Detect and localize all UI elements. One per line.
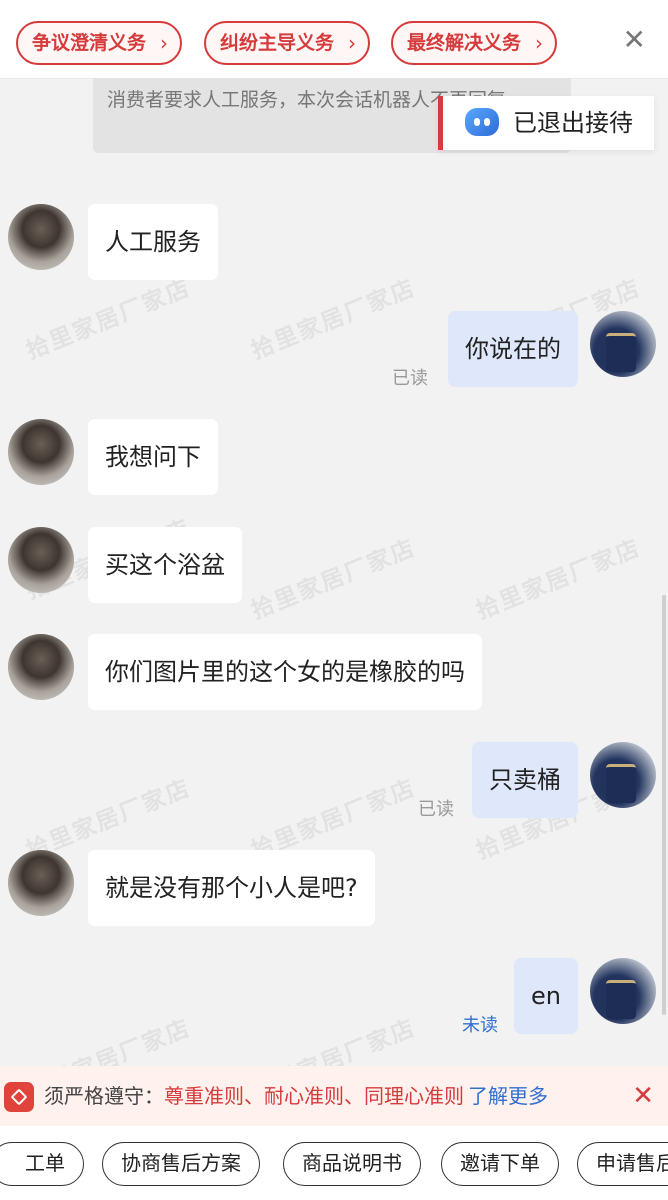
message-bubble: 人工服务 xyxy=(88,204,218,280)
avatar[interactable] xyxy=(8,850,74,916)
unread-status: 未读 xyxy=(462,1015,498,1036)
scrollbar[interactable] xyxy=(662,595,666,1015)
message-bubble: 你们图片里的这个女的是橡胶的吗 xyxy=(88,634,482,710)
message-bubble: 买这个浴盆 xyxy=(88,527,242,603)
chevron-right-icon: › xyxy=(348,31,357,55)
close-icon[interactable]: ✕ xyxy=(623,26,646,54)
avatar[interactable] xyxy=(8,527,74,593)
message-bubble: 就是没有那个小人是吧? xyxy=(88,850,375,926)
shop-logo-icon xyxy=(4,1082,34,1112)
negotiate-aftersale-button[interactable]: 协商售后方案 xyxy=(102,1142,260,1186)
watermark: 拾里家居厂家店 xyxy=(247,274,420,365)
message-bubble: 我想问下 xyxy=(88,419,218,495)
avatar[interactable] xyxy=(590,311,656,377)
read-status: 已读 xyxy=(392,368,428,389)
work-order-button[interactable]: 工单 xyxy=(0,1142,84,1186)
chevron-right-icon: › xyxy=(160,31,169,55)
avatar[interactable] xyxy=(590,742,656,808)
quick-action-bar: 工单 协商售后方案 商品说明书 邀请下单 申请售后 xyxy=(0,1126,668,1200)
close-icon[interactable]: ✕ xyxy=(632,1082,654,1110)
rules-list: 尊重准则、耐心准则、同理心准则 xyxy=(164,1084,464,1108)
rules-text: 须严格遵守：尊重准则、耐心准则、同理心准则 了解更多 xyxy=(44,1066,548,1126)
read-status: 已读 xyxy=(418,799,454,820)
pill-dispute-lead[interactable]: 纠纷主导义务 › xyxy=(204,21,371,65)
pill-final-resolve[interactable]: 最终解决义务 › xyxy=(391,21,558,65)
watermark: 拾里家居厂家店 xyxy=(472,534,645,625)
avatar[interactable] xyxy=(8,634,74,700)
robot-icon xyxy=(465,108,499,136)
robot-status-text: 已退出接待 xyxy=(513,109,633,137)
watermark: 拾里家居厂家店 xyxy=(247,534,420,625)
apply-aftersale-button[interactable]: 申请售后 xyxy=(577,1142,668,1186)
pill-label: 最终解决义务 xyxy=(407,32,522,54)
product-manual-button[interactable]: 商品说明书 xyxy=(283,1142,421,1186)
service-rules-bar: 须严格遵守：尊重准则、耐心准则、同理心准则 了解更多 ✕ xyxy=(0,1066,668,1126)
message-bubble: 你说在的 xyxy=(448,311,578,387)
message-bubble: 只卖桶 xyxy=(472,742,578,818)
robot-status-badge: 已退出接待 xyxy=(438,96,654,150)
message-bubble: en xyxy=(514,958,578,1034)
invite-order-button[interactable]: 邀请下单 xyxy=(441,1142,559,1186)
avatar[interactable] xyxy=(8,419,74,485)
pill-label: 争议澄清义务 xyxy=(32,32,147,54)
top-obligation-bar: 争议澄清义务 › 纠纷主导义务 › 最终解决义务 › ✕ xyxy=(0,0,668,79)
avatar[interactable] xyxy=(8,204,74,270)
watermark: 拾里家居厂家店 xyxy=(22,274,195,365)
pill-label: 纠纷主导义务 xyxy=(220,32,335,54)
pill-dispute-clarify[interactable]: 争议澄清义务 › xyxy=(16,21,183,65)
chevron-right-icon: › xyxy=(535,31,544,55)
rules-prefix: 须严格遵守： xyxy=(44,1084,164,1108)
avatar[interactable] xyxy=(590,958,656,1024)
learn-more-link[interactable]: 了解更多 xyxy=(468,1084,548,1108)
